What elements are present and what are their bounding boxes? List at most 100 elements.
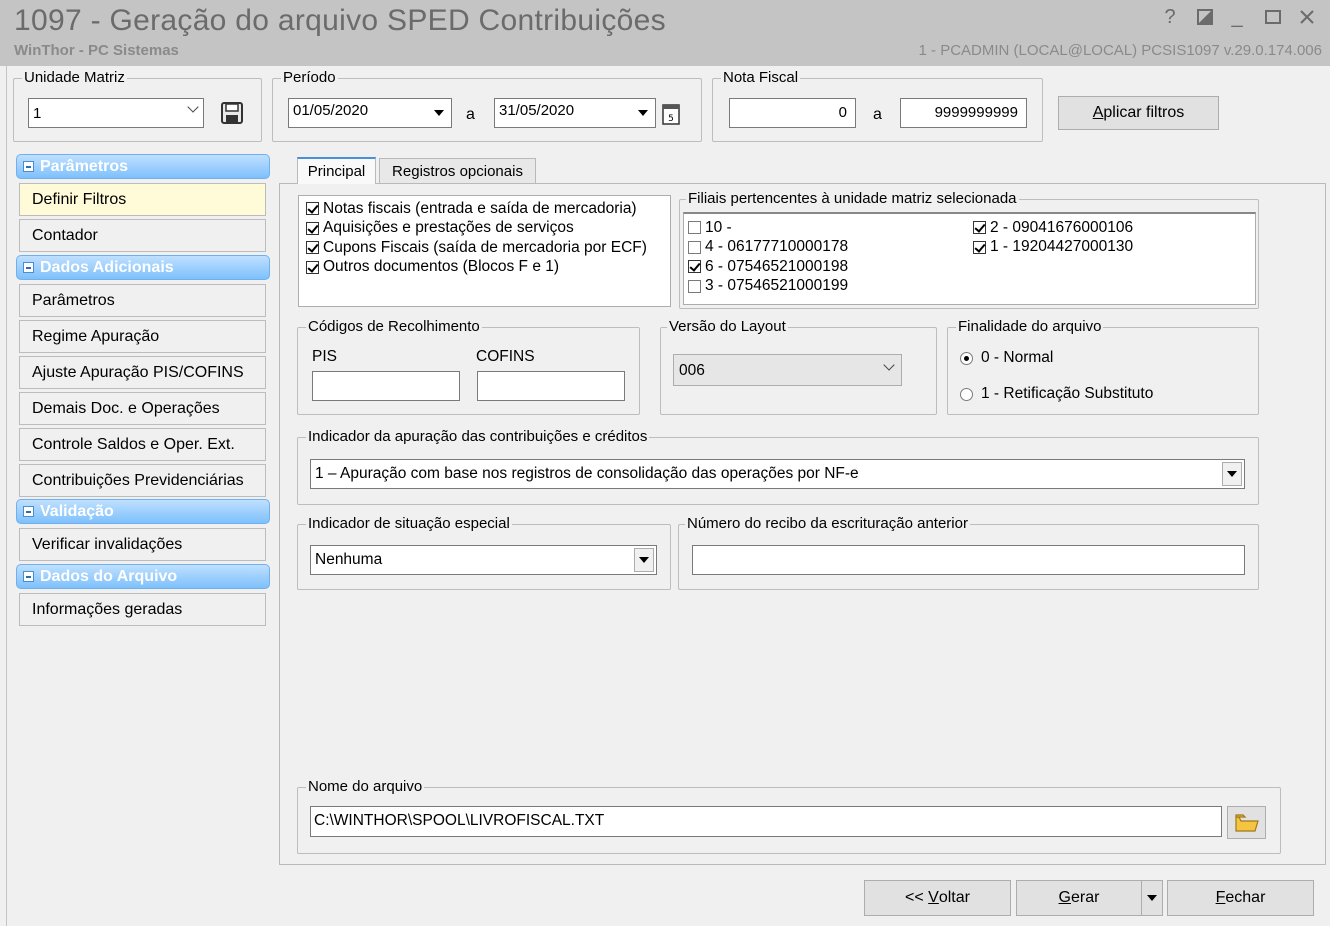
cofins-input[interactable]	[477, 371, 625, 401]
sidebar-item-demais-doc[interactable]: Demais Doc. e Operações	[19, 392, 266, 425]
periodo-separator: a	[466, 106, 475, 123]
restore-icon[interactable]	[1190, 4, 1220, 30]
sidebar-item-ajuste-apuracao[interactable]: Ajuste Apuração PIS/COFINS	[19, 356, 266, 389]
checkbox[interactable]	[306, 241, 319, 255]
checkbox[interactable]	[973, 221, 986, 235]
tab-panel-border	[284, 183, 1326, 184]
versao-layout-value: 006	[679, 362, 705, 379]
close-icon[interactable]	[1292, 4, 1322, 30]
apply-filters-button[interactable]: Aplicar filtros	[1058, 96, 1219, 130]
dropdown-arrow-icon	[1147, 895, 1157, 901]
apply-filters-label-hotkey: A	[1092, 104, 1104, 121]
document-types-list: Notas fiscais (entrada e saída de mercad…	[298, 195, 671, 307]
fechar-button[interactable]: Fechar	[1167, 880, 1314, 916]
dropdown-arrow-icon[interactable]	[1222, 462, 1242, 486]
sidebar-item-definir-filtros[interactable]: Definir Filtros	[19, 183, 266, 216]
collapse-icon[interactable]	[23, 161, 34, 172]
collapse-icon[interactable]	[23, 506, 34, 517]
filial-item[interactable]: 6 - 07546521000198	[688, 257, 848, 277]
filial-label: 3 - 07546521000199	[705, 277, 849, 295]
gerar-label-hotkey: G	[1058, 889, 1071, 906]
sidebar-item-informacoes-geradas[interactable]: Informações geradas	[19, 593, 266, 626]
collapse-icon[interactable]	[23, 262, 34, 273]
versao-layout-select[interactable]: 006	[673, 354, 902, 386]
save-icon[interactable]	[217, 98, 247, 128]
checkbox[interactable]	[688, 221, 701, 235]
tab-principal[interactable]: Principal	[297, 157, 376, 184]
doc-type-label: Cupons Fiscais (saída de mercadoria por …	[323, 238, 647, 256]
nome-arquivo-input[interactable]: C:\WINTHOR\SPOOL\LIVROFISCAL.TXT	[310, 806, 1222, 837]
sidebar-item-controle-saldos[interactable]: Controle Saldos e Oper. Ext.	[19, 428, 266, 461]
radio-button[interactable]	[960, 351, 973, 365]
finalidade-option-normal[interactable]: 0 - Normal	[960, 348, 1053, 368]
filiais-legend: Filiais pertencentes à unidade matriz se…	[686, 190, 1019, 207]
checkbox[interactable]	[688, 240, 701, 254]
dropdown-arrow-icon[interactable]	[634, 548, 654, 572]
pis-input[interactable]	[312, 371, 460, 401]
unidade-matriz-legend: Unidade Matriz	[22, 69, 127, 86]
periodo-start-value: 01/05/2020	[293, 102, 369, 119]
radio-button[interactable]	[960, 387, 973, 401]
doc-type-label: Notas fiscais (entrada e saída de mercad…	[323, 199, 637, 217]
minimize-icon[interactable]: _	[1222, 4, 1252, 30]
gerar-dropdown-button[interactable]	[1141, 880, 1163, 916]
sidebar-item-regime-apuracao[interactable]: Regime Apuração	[19, 320, 266, 353]
sidebar-section-parametros[interactable]: Parâmetros	[16, 154, 270, 179]
window-title: 1097 - Geração do arquivo SPED Contribui…	[14, 4, 666, 37]
recibo-input[interactable]	[692, 545, 1245, 575]
indicador-apuracao-select[interactable]: 1 – Apuração com base nos registros de c…	[310, 459, 1245, 489]
sidebar-section-title: Parâmetros	[40, 157, 129, 175]
nota-fiscal-start-input[interactable]: 0	[729, 98, 856, 128]
filial-item[interactable]: 10 -	[688, 218, 848, 238]
indicador-apuracao-value: 1 – Apuração com base nos registros de c…	[315, 465, 859, 482]
sidebar-section-validacao[interactable]: Validação	[16, 499, 270, 524]
finalidade-option-retificacao[interactable]: 1 - Retificação Substituto	[960, 384, 1153, 404]
voltar-button[interactable]: << Voltar	[864, 880, 1011, 916]
checkbox[interactable]	[973, 240, 986, 254]
checkbox[interactable]	[688, 279, 701, 293]
codigos-legend: Códigos de Recolhimento	[306, 318, 482, 335]
situacao-especial-value: Nenhuma	[315, 551, 383, 568]
checkbox[interactable]	[306, 221, 319, 235]
situacao-especial-select[interactable]: Nenhuma	[310, 545, 657, 575]
sidebar-section-dados-arquivo[interactable]: Dados do Arquivo	[16, 564, 270, 589]
filial-label: 4 - 06177710000178	[705, 238, 849, 256]
filial-item[interactable]: 1 - 19204427000130	[973, 238, 1133, 258]
unidade-matriz-select[interactable]: 1	[28, 98, 204, 128]
versao-layout-legend: Versão do Layout	[667, 318, 788, 335]
sidebar-item-verificar-invalidacoes[interactable]: Verificar invalidações	[19, 528, 266, 561]
filial-item[interactable]: 2 - 09041676000106	[973, 218, 1133, 238]
tab-registros-opcionais[interactable]: Registros opcionais	[379, 158, 536, 183]
doc-type-cupons[interactable]: Cupons Fiscais (saída de mercadoria por …	[306, 238, 670, 258]
sidebar-section-dados-adicionais[interactable]: Dados Adicionais	[16, 255, 270, 280]
nota-fiscal-end-input[interactable]: 9999999999	[900, 98, 1027, 128]
calendar-icon[interactable]: 5	[657, 100, 685, 128]
maximize-icon[interactable]	[1258, 4, 1288, 30]
doc-type-label: Aquisições e prestações de serviços	[323, 219, 574, 237]
checkbox[interactable]	[306, 202, 319, 216]
doc-type-notas-fiscais[interactable]: Notas fiscais (entrada e saída de mercad…	[306, 199, 670, 219]
periodo-start-date[interactable]: 01/05/2020	[288, 98, 452, 128]
gerar-button[interactable]: Gerar	[1016, 880, 1142, 916]
dropdown-arrow-icon[interactable]	[633, 101, 653, 125]
situacao-especial-legend: Indicador de situação especial	[306, 515, 512, 532]
periodo-end-date[interactable]: 31/05/2020	[494, 98, 656, 128]
checkbox[interactable]	[688, 260, 701, 274]
sidebar-item-parametros[interactable]: Parâmetros	[19, 284, 266, 317]
folder-open-icon[interactable]	[1227, 806, 1266, 839]
sidebar-item-contador[interactable]: Contador	[19, 219, 266, 252]
sidebar-section-title: Dados do Arquivo	[40, 567, 178, 585]
sidebar-section-title: Validação	[40, 502, 114, 520]
periodo-legend: Período	[281, 69, 338, 86]
checkbox[interactable]	[306, 260, 319, 274]
doc-type-outros[interactable]: Outros documentos (Blocos F e 1)	[306, 258, 670, 278]
sidebar-item-contribuicoes-previdenciarias[interactable]: Contribuições Previdenciárias	[19, 464, 266, 497]
filial-item[interactable]: 3 - 07546521000199	[688, 277, 848, 297]
chevron-down-icon	[883, 359, 895, 371]
dropdown-arrow-icon[interactable]	[429, 101, 449, 125]
help-icon[interactable]: ?	[1155, 4, 1185, 30]
title-bar: 1097 - Geração do arquivo SPED Contribui…	[0, 0, 1330, 66]
collapse-icon[interactable]	[23, 571, 34, 582]
doc-type-aquisicoes[interactable]: Aquisições e prestações de serviços	[306, 219, 670, 239]
filial-item[interactable]: 4 - 06177710000178	[688, 238, 848, 258]
